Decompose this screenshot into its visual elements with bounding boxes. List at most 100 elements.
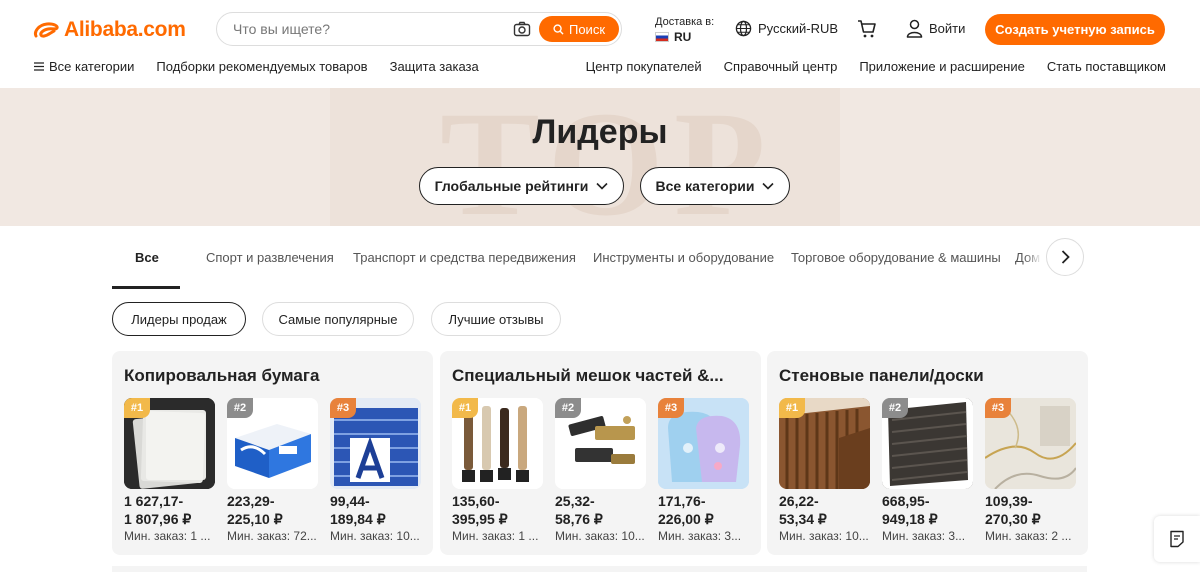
rank-badge: #1 [779,398,805,418]
product-price: 25,32- 58,76 ₽ [555,493,603,527]
product-item[interactable]: #3 171,76- 226,00 ₽ Мин. заказ: 3... [658,398,749,543]
product-price: 1 627,17- 1 807,96 ₽ [124,493,192,527]
rank-badge: #3 [330,398,356,418]
product-image[interactable]: #2 [555,398,646,489]
product-image[interactable]: #2 [882,398,973,489]
rank-badge: #1 [452,398,478,418]
user-icon [906,19,923,38]
product-moq: Мин. заказ: 10... [330,529,420,543]
product-price: 109,39- 270,30 ₽ [985,493,1041,527]
tab-all[interactable]: Все [135,250,159,265]
ranking-card[interactable]: Копировальная бумага #1 1 627,17- 1 807,… [112,351,433,555]
next-card-row-edge [112,566,1087,572]
deliver-to-selector[interactable]: Доставка в: RU [655,15,714,44]
tabs-next-button[interactable] [1046,238,1084,276]
product-moq: Мин. заказ: 3... [658,529,742,543]
product-price: 171,76- 226,00 ₽ [658,493,714,527]
product-moq: Мин. заказ: 1 ... [124,529,211,543]
rank-badge: #2 [227,398,253,418]
product-item[interactable]: #3 99,44- 189,84 ₽ Мин. заказ: 10... [330,398,421,543]
feedback-icon [1170,530,1184,548]
camera-icon[interactable] [513,21,531,37]
nav-help-center[interactable]: Справочный центр [724,59,838,74]
search-input[interactable] [233,13,503,45]
header: Alibaba.com Поиск Доставка в: RU [0,0,1200,88]
tab-commercial[interactable]: Торговое оборудование & машины [791,250,1001,265]
chevron-down-icon [596,182,608,190]
product-moq: Мин. заказ: 2 ... [985,529,1072,543]
language-currency-selector[interactable]: Русский-RUB [735,20,838,37]
ranking-card[interactable]: Специальный мешок частей &... #1 135,60-… [440,351,761,555]
chevron-down-icon [762,182,775,190]
all-categories-label: Все категории [655,178,755,194]
tab-tools[interactable]: Инструменты и оборудование [593,250,774,265]
signin-link[interactable]: Войти [906,19,965,38]
rank-badge: #3 [985,398,1011,418]
product-item[interactable]: #1 135,60- 395,95 ₽ Мин. заказ: 1 ... [452,398,543,543]
card-title: Стеновые панели/доски [779,366,984,385]
search-icon [553,23,564,35]
filter-most-popular[interactable]: Самые популярные [262,302,414,336]
nav-all-categories[interactable]: Все категории [34,59,134,74]
product-moq: Мин. заказ: 10... [555,529,645,543]
tab-transport[interactable]: Транспорт и средства передвижения [353,250,576,265]
product-item[interactable]: #1 26,22- 53,34 ₽ Мин. заказ: 10... [779,398,870,543]
product-image[interactable]: #3 [985,398,1076,489]
product-image[interactable]: #3 [330,398,421,489]
alibaba-logo[interactable]: Alibaba.com [33,15,186,45]
card-title: Копировальная бумага [124,366,320,385]
product-price: 26,22- 53,34 ₽ [779,493,827,527]
menu-icon [34,62,44,71]
product-item[interactable]: #2 223,29- 225,10 ₽ Мин. заказ: 72... [227,398,318,543]
nav-become-supplier[interactable]: Стать поставщиком [1047,59,1166,74]
signin-label: Войти [929,21,966,36]
product-item[interactable]: #2 668,95- 949,18 ₽ Мин. заказ: 3... [882,398,973,543]
nav-recommended[interactable]: Подборки рекомендуемых товаров [156,59,367,74]
create-account-button[interactable]: Создать учетную запись [985,14,1165,45]
product-image[interactable]: #2 [227,398,318,489]
tab-sports[interactable]: Спорт и развлечения [206,250,334,265]
all-categories-dropdown[interactable]: Все категории [640,167,790,205]
rank-badge: #2 [555,398,581,418]
rank-badge: #3 [658,398,684,418]
product-moq: Мин. заказ: 10... [779,529,869,543]
deliver-label: Доставка в: [655,16,715,28]
product-image[interactable]: #1 [779,398,870,489]
deliver-country: RU [674,30,692,44]
cart-button[interactable] [857,19,877,44]
product-moq: Мин. заказ: 72... [227,529,317,543]
search-button[interactable]: Поиск [539,16,619,42]
product-item[interactable]: #3 109,39- 270,30 ₽ Мин. заказ: 2 ... [985,398,1076,543]
search-button-label: Поиск [568,21,606,37]
feedback-button[interactable] [1154,516,1200,562]
global-rankings-label: Глобальные рейтинги [434,178,589,194]
product-item[interactable]: #2 25,32- 58,76 ₽ Мин. заказ: 10... [555,398,646,543]
product-price: 223,29- 225,10 ₽ [227,493,283,527]
filter-top-sales[interactable]: Лидеры продаж [112,302,246,336]
russia-flag-icon [655,32,669,42]
nav-app-extension[interactable]: Приложение и расширение [859,59,1025,74]
cart-icon [858,20,876,38]
banner-watermark: TOP [440,88,776,226]
product-image[interactable]: #3 [658,398,749,489]
card-title: Специальный мешок частей &... [452,366,724,385]
logo-text: Alibaba.com [64,18,186,41]
product-moq: Мин. заказ: 3... [882,529,966,543]
product-moq: Мин. заказ: 1 ... [452,529,539,543]
alibaba-logo-icon [34,22,59,38]
filter-best-reviews[interactable]: Лучшие отзывы [431,302,561,336]
product-item[interactable]: #1 1 627,17- 1 807,96 ₽ Мин. заказ: 1 ..… [124,398,215,543]
nav-left: Все категории Подборки рекомендуемых тов… [34,59,479,74]
product-image[interactable]: #1 [452,398,543,489]
product-image[interactable]: #1 [124,398,215,489]
nav-order-protection[interactable]: Защита заказа [390,59,479,74]
nav-all-categories-label: Все категории [49,59,135,74]
global-rankings-dropdown[interactable]: Глобальные рейтинги [419,167,624,205]
active-tab-underline [112,286,180,289]
search-bar: Поиск [216,12,622,46]
nav-buyer-center[interactable]: Центр покупателей [586,59,702,74]
tab-home[interactable]: Дом [1015,250,1040,265]
product-price: 668,95- 949,18 ₽ [882,493,938,527]
ranking-card[interactable]: Стеновые панели/доски #1 26,22- 53,34 ₽ … [767,351,1088,555]
globe-icon [735,20,752,37]
